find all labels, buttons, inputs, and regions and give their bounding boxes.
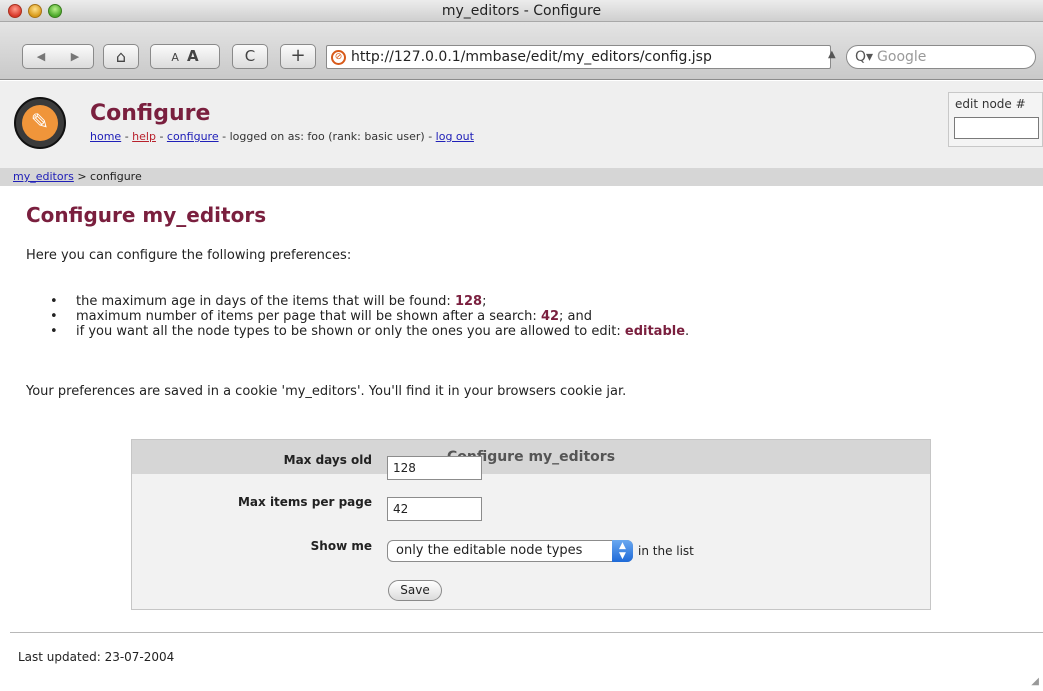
window-title: my_editors - Configure [441, 3, 602, 19]
breadcrumb-current: > configure [77, 170, 142, 183]
search-placeholder: Google [877, 49, 927, 65]
preferences-list: the maximum age in days of the items tha… [50, 294, 689, 339]
max-days-label-text: Max days old [283, 453, 372, 467]
max-items-label: Max items per page [237, 495, 372, 509]
show-me-label: Show me [310, 539, 372, 553]
forward-arrow-icon[interactable]: ▶ [58, 45, 92, 68]
list-item: the maximum age in days of the items tha… [50, 294, 689, 309]
pref-value: 42 [540, 309, 560, 324]
show-me-suffix: in the list [638, 544, 694, 558]
pref-text: if you want all the node types to be sho… [76, 324, 625, 339]
pencil-icon: ✎ [22, 105, 58, 141]
header-nav: home - help - configure - logged on as: … [90, 130, 474, 143]
google-search-input[interactable]: Q▾ Google [846, 45, 1036, 69]
reload-icon: C [244, 47, 256, 65]
nav-separator: - [222, 130, 230, 143]
list-item: if you want all the node types to be sho… [50, 324, 689, 339]
reload-button[interactable]: C [232, 44, 268, 69]
home-link[interactable]: home [90, 130, 121, 143]
edit-node-input[interactable] [954, 117, 1039, 139]
back-arrow-icon[interactable]: ◀ [24, 45, 58, 68]
plus-icon: + [290, 45, 306, 66]
address-bar[interactable]: ⊘ http://127.0.0.1/mmbase/edit/my_editor… [326, 45, 870, 69]
configure-form: Configure my_editors Max days old 128 Ma… [131, 439, 931, 610]
pref-text: maximum number of items per page that wi… [76, 309, 541, 324]
resize-grip-icon[interactable]: ◢ [1031, 676, 1039, 687]
search-engine-menu-icon[interactable]: ▲ [828, 49, 836, 60]
nav-separator: - [428, 130, 436, 143]
cookie-note: Your preferences are saved in a cookie '… [26, 384, 627, 399]
content-heading: Configure my_editors [26, 203, 267, 227]
back-forward-buttons[interactable]: ◀ ▶ [22, 44, 94, 69]
pref-suffix: . [685, 324, 690, 339]
edit-node-label: edit node # [955, 97, 1026, 111]
show-me-select[interactable]: only the editable node types ▲ ▼ [387, 540, 633, 562]
save-button[interactable]: Save [388, 580, 442, 601]
home-button[interactable]: ⌂ [103, 44, 139, 69]
last-updated: Last updated: 23-07-2004 [18, 650, 175, 664]
pref-suffix: ; [482, 294, 487, 309]
intro-text: Here you can configure the following pre… [26, 248, 352, 263]
pref-value: 128 [454, 294, 483, 309]
max-items-input[interactable]: 42 [387, 497, 482, 521]
pref-suffix: ; and [559, 309, 593, 324]
search-icon[interactable]: Q▾ [855, 49, 873, 65]
breadcrumb: my_editors > configure [0, 168, 1043, 186]
address-url: http://127.0.0.1/mmbase/edit/my_editors/… [351, 49, 712, 65]
site-favicon-icon: ⊘ [331, 50, 346, 65]
text-smaller-icon[interactable]: A [171, 51, 179, 64]
text-size-buttons[interactable]: AA [150, 44, 220, 69]
add-bookmark-button[interactable]: + [280, 44, 316, 69]
pref-text: the maximum age in days of the items tha… [76, 294, 455, 309]
max-days-input[interactable]: 128 [387, 456, 482, 480]
nav-separator: - [159, 130, 167, 143]
home-icon: ⌂ [115, 47, 127, 66]
list-item: maximum number of items per page that wi… [50, 309, 689, 324]
breadcrumb-my-editors-link[interactable]: my_editors [13, 170, 74, 183]
text-bigger-icon[interactable]: A [187, 47, 199, 65]
select-arrows-icon: ▲ ▼ [612, 540, 633, 562]
footer-divider [10, 632, 1043, 633]
show-me-selected: only the editable node types [396, 543, 583, 558]
logout-link[interactable]: log out [436, 130, 474, 143]
browser-toolbar: ◀ ▶ ⌂ AA C + ⊘ http://127.0.0.1/mmbase/ed… [0, 22, 1043, 80]
logged-on-text: logged on as: foo (rank: basic user) [229, 130, 425, 143]
configure-link[interactable]: configure [167, 130, 219, 143]
page-title: Configure [90, 101, 211, 126]
mmbase-logo: ✎ [14, 97, 66, 149]
window-titlebar: my_editors - Configure [0, 0, 1043, 22]
edit-node-box: edit node # [948, 92, 1043, 147]
help-link[interactable]: help [132, 130, 156, 143]
pref-value: editable [624, 324, 686, 339]
